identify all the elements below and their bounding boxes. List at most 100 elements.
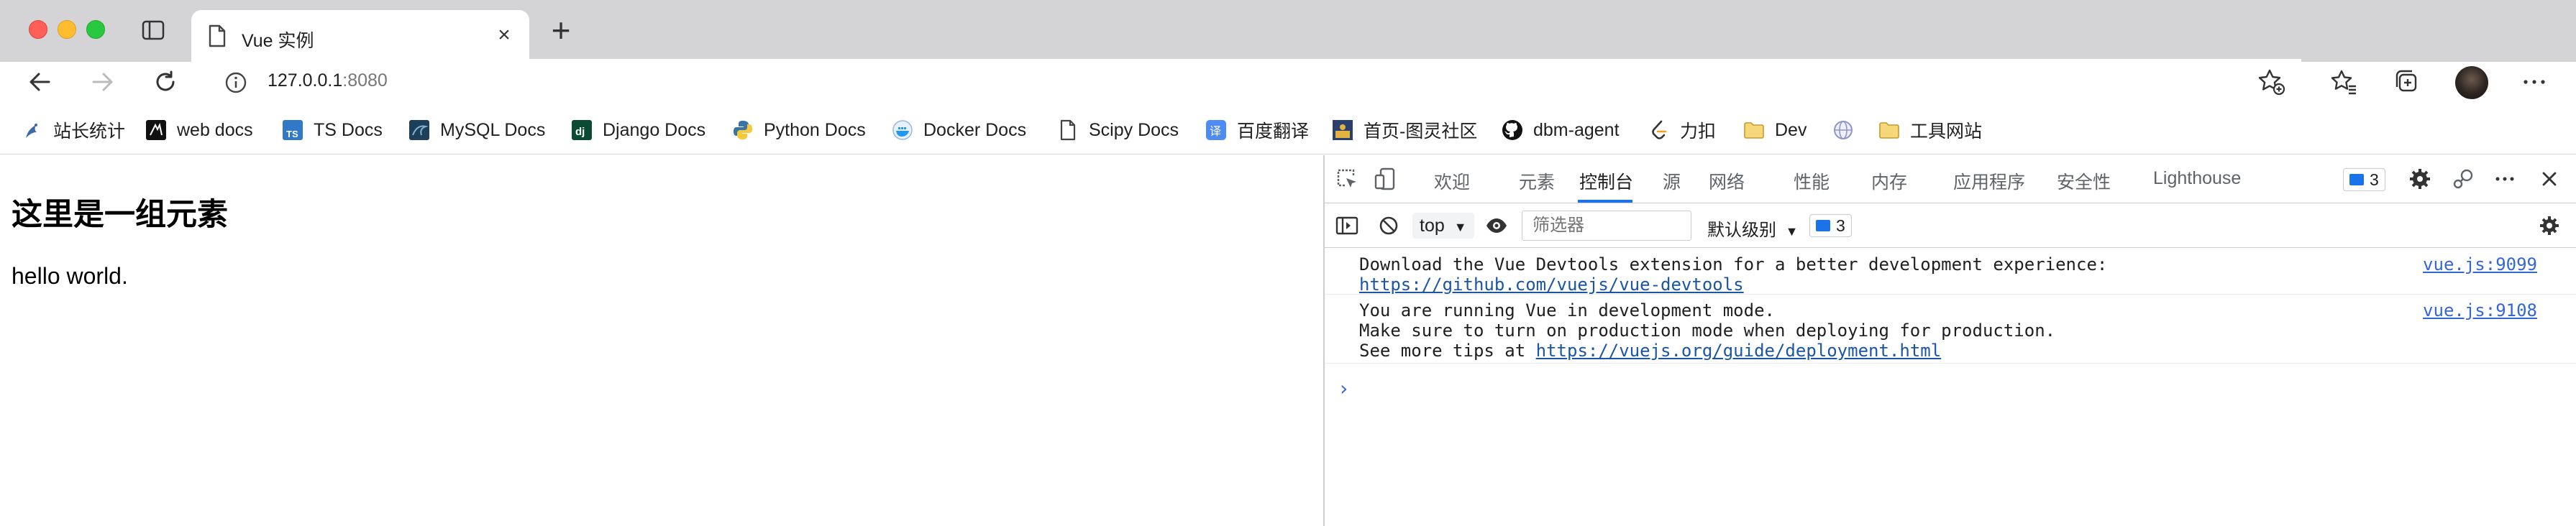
tab-welcome[interactable]: 欢迎 bbox=[1434, 168, 1470, 194]
toolbar-issues-count: 3 bbox=[1836, 216, 1845, 235]
bookmark-label: 首页-图灵社区 bbox=[1364, 121, 1478, 142]
console-prompt-icon[interactable]: › bbox=[1338, 377, 1350, 400]
inspect-element-icon[interactable] bbox=[1335, 167, 1359, 191]
minimize-window-button[interactable] bbox=[58, 20, 76, 39]
tab-application[interactable]: 应用程序 bbox=[1953, 168, 2025, 194]
bookmark-item[interactable]: dj Django Docs bbox=[571, 118, 705, 142]
context-selector[interactable]: top ▼ bbox=[1412, 213, 1474, 239]
profile-avatar[interactable] bbox=[2455, 66, 2488, 99]
active-tab-indicator bbox=[1578, 200, 1632, 203]
page-icon bbox=[1060, 119, 1076, 141]
bookmark-folder-tools[interactable]: 工具网站 bbox=[1878, 118, 1982, 142]
bookmark-label: Dev bbox=[1775, 119, 1807, 140]
mysql-icon bbox=[409, 120, 429, 140]
tab-actions-icon[interactable] bbox=[141, 19, 165, 42]
favorites-icon[interactable] bbox=[2329, 66, 2360, 98]
url-text[interactable]: 127.0.0.1:8080 bbox=[268, 70, 388, 91]
bird-icon bbox=[26, 124, 37, 138]
devtools-panel: 欢迎 元素 控制台 源 网络 性能 内存 应用程序 安全性 Lighthouse… bbox=[1323, 155, 2576, 526]
django-icon: dj bbox=[572, 120, 592, 140]
tab-title: Vue 实例 bbox=[242, 31, 314, 51]
bookmark-item[interactable] bbox=[1832, 118, 1864, 142]
close-devtools-icon[interactable] bbox=[2537, 167, 2562, 191]
svg-text:译: 译 bbox=[1210, 124, 1221, 138]
tab-network[interactable]: 网络 bbox=[1709, 168, 1745, 194]
sidebar-toggle-icon[interactable] bbox=[1335, 213, 1359, 238]
bookmark-label: web docs bbox=[177, 119, 253, 140]
bookmark-item[interactable]: 站长统计 bbox=[22, 118, 125, 142]
collections-icon[interactable] bbox=[2390, 66, 2422, 98]
close-tab-icon[interactable]: × bbox=[493, 24, 515, 46]
connections-icon[interactable] bbox=[2451, 167, 2475, 191]
bookmark-item[interactable]: dbm-agent bbox=[1502, 118, 1620, 142]
more-options-icon[interactable] bbox=[2518, 66, 2550, 98]
log-levels-dropdown[interactable]: 默认级别 ▼ bbox=[1707, 216, 1799, 241]
bookmark-label: Python Docs bbox=[764, 119, 866, 140]
console-link[interactable]: https://vuejs.org/guide/deployment.html bbox=[1536, 341, 1942, 361]
bookmark-item[interactable]: web docs bbox=[145, 118, 253, 142]
new-tab-button[interactable]: + bbox=[545, 14, 577, 47]
tab-console[interactable]: 控制台 bbox=[1579, 168, 1633, 194]
tab-sources[interactable]: 源 bbox=[1663, 168, 1681, 194]
bookmark-item[interactable]: 译 百度翻译 bbox=[1205, 118, 1309, 142]
bookmark-item[interactable]: MySQL Docs bbox=[408, 118, 545, 142]
mdn-icon bbox=[146, 120, 166, 140]
device-toolbar-icon[interactable] bbox=[1374, 167, 1398, 191]
translate-icon: 译 bbox=[1206, 120, 1226, 140]
console-link[interactable]: https://github.com/vuejs/vue-devtools bbox=[1359, 274, 1744, 295]
bookmark-item[interactable]: Python Docs bbox=[732, 118, 866, 142]
close-window-button[interactable] bbox=[29, 20, 47, 39]
console-source-link[interactable]: vue.js:9099 bbox=[2423, 254, 2537, 274]
svg-text:dj: dj bbox=[575, 126, 585, 138]
log-levels-label: 默认级别 bbox=[1707, 221, 1776, 240]
clear-console-icon[interactable] bbox=[1376, 213, 1401, 238]
caret-down-icon: ▼ bbox=[1453, 220, 1467, 234]
issues-badge[interactable]: 3 bbox=[2343, 168, 2385, 191]
bookmark-item[interactable]: Docker Docs bbox=[892, 118, 1026, 142]
bookmark-label: 站长统计 bbox=[53, 121, 126, 142]
console-toolbar: top ▼ 默认级别 ▼ 3 bbox=[1325, 204, 2576, 248]
issues-count: 3 bbox=[2370, 170, 2379, 189]
tab-strip: Vue 实例 × + bbox=[0, 0, 2576, 62]
caret-down-icon: ▼ bbox=[1785, 224, 1799, 239]
bookmark-label: 力扣 bbox=[1680, 121, 1717, 142]
add-favorite-icon[interactable] bbox=[2255, 66, 2287, 98]
message-icon bbox=[1816, 220, 1830, 231]
more-tools-icon[interactable] bbox=[2493, 167, 2517, 191]
toolbar-issues-badge[interactable]: 3 bbox=[1809, 214, 1852, 237]
filter-input[interactable] bbox=[1522, 211, 1691, 241]
console-source-link[interactable]: vue.js:9108 bbox=[2423, 300, 2537, 320]
page-icon bbox=[207, 24, 227, 47]
bookmark-item[interactable]: 首页-图灵社区 bbox=[1332, 118, 1477, 142]
forward-icon[interactable] bbox=[86, 66, 118, 98]
globe-icon bbox=[1834, 121, 1853, 139]
url-port: :8080 bbox=[342, 70, 388, 91]
leetcode-icon bbox=[1652, 120, 1667, 139]
bookmark-label: 百度翻译 bbox=[1237, 121, 1310, 142]
tab-lighthouse[interactable]: Lighthouse bbox=[2153, 168, 2241, 189]
bookmarks-bar: 站长统计 web docs TS TS Docs MySQL Docs dj D… bbox=[0, 106, 2576, 154]
tab-memory[interactable]: 内存 bbox=[1871, 168, 1907, 194]
bookmark-item[interactable]: Scipy Docs bbox=[1057, 118, 1179, 142]
bookmark-label: dbm-agent bbox=[1533, 119, 1620, 140]
console-output: Download the Vue Devtools extension for … bbox=[1325, 249, 2576, 400]
bookmark-label: TS Docs bbox=[314, 119, 383, 140]
back-icon[interactable] bbox=[24, 66, 56, 98]
turing-icon bbox=[1333, 120, 1353, 140]
reload-icon[interactable] bbox=[150, 66, 181, 98]
browser-tab[interactable]: Vue 实例 × bbox=[191, 10, 529, 62]
console-message: You are running Vue in development mode.… bbox=[1325, 295, 2576, 364]
tab-security[interactable]: 安全性 bbox=[2057, 168, 2111, 194]
bookmark-folder-dev[interactable]: Dev bbox=[1743, 118, 1807, 142]
tab-elements[interactable]: 元素 bbox=[1519, 168, 1555, 194]
zoom-window-button[interactable] bbox=[86, 20, 105, 39]
bookmark-item[interactable]: TS TS Docs bbox=[282, 118, 383, 142]
bookmark-item[interactable]: 力扣 bbox=[1648, 118, 1716, 142]
address-bar[interactable] bbox=[209, 59, 2301, 105]
site-info-icon[interactable] bbox=[224, 71, 247, 94]
settings-icon[interactable] bbox=[2408, 167, 2432, 191]
bookmark-label: MySQL Docs bbox=[440, 119, 546, 140]
eye-icon[interactable] bbox=[1484, 213, 1509, 238]
console-settings-icon[interactable] bbox=[2537, 213, 2562, 238]
tab-performance[interactable]: 性能 bbox=[1794, 168, 1830, 194]
